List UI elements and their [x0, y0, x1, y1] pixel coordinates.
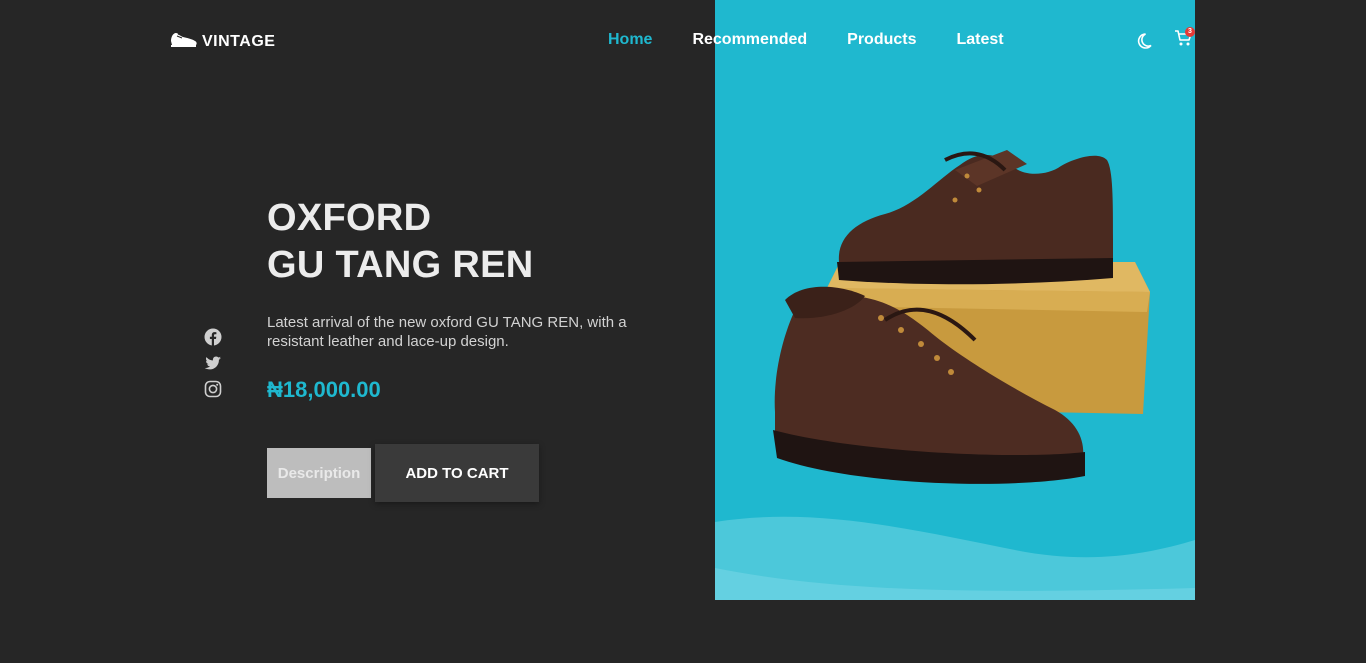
- nav-latest[interactable]: Latest: [957, 31, 1004, 49]
- product-price: ₦18,000.00: [267, 377, 381, 402]
- moon-icon[interactable]: [1136, 30, 1156, 55]
- site-header: VINTAGE Home Recommended Products Latest…: [0, 0, 1366, 80]
- add-to-cart-button[interactable]: ADD TO CART: [375, 444, 539, 502]
- product-title-line1: OXFORD: [267, 197, 432, 239]
- main-nav: Home Recommended Products Latest: [608, 31, 1004, 49]
- social-links: [204, 328, 222, 398]
- nav-recommended[interactable]: Recommended: [692, 31, 807, 49]
- product-title-line2: GU TANG REN: [267, 244, 534, 286]
- hero-section: OXFORD GU TANG REN Latest arrival of the…: [267, 195, 687, 403]
- twitter-icon[interactable]: [204, 354, 222, 372]
- product-showcase-panel: [715, 0, 1195, 600]
- product-description: Latest arrival of the new oxford GU TANG…: [267, 314, 627, 350]
- cart-count-badge: 3: [1185, 27, 1195, 37]
- facebook-icon[interactable]: [204, 328, 222, 346]
- instagram-icon[interactable]: [204, 380, 222, 398]
- product-title: OXFORD GU TANG REN: [267, 195, 687, 289]
- nav-home[interactable]: Home: [608, 31, 652, 49]
- brand-logo[interactable]: VINTAGE: [170, 30, 275, 53]
- description-button[interactable]: Description: [267, 448, 371, 498]
- nav-products[interactable]: Products: [847, 31, 916, 49]
- brand-name: VINTAGE: [202, 32, 276, 50]
- shoe-icon: [170, 30, 198, 53]
- wave-decoration: [715, 516, 1195, 600]
